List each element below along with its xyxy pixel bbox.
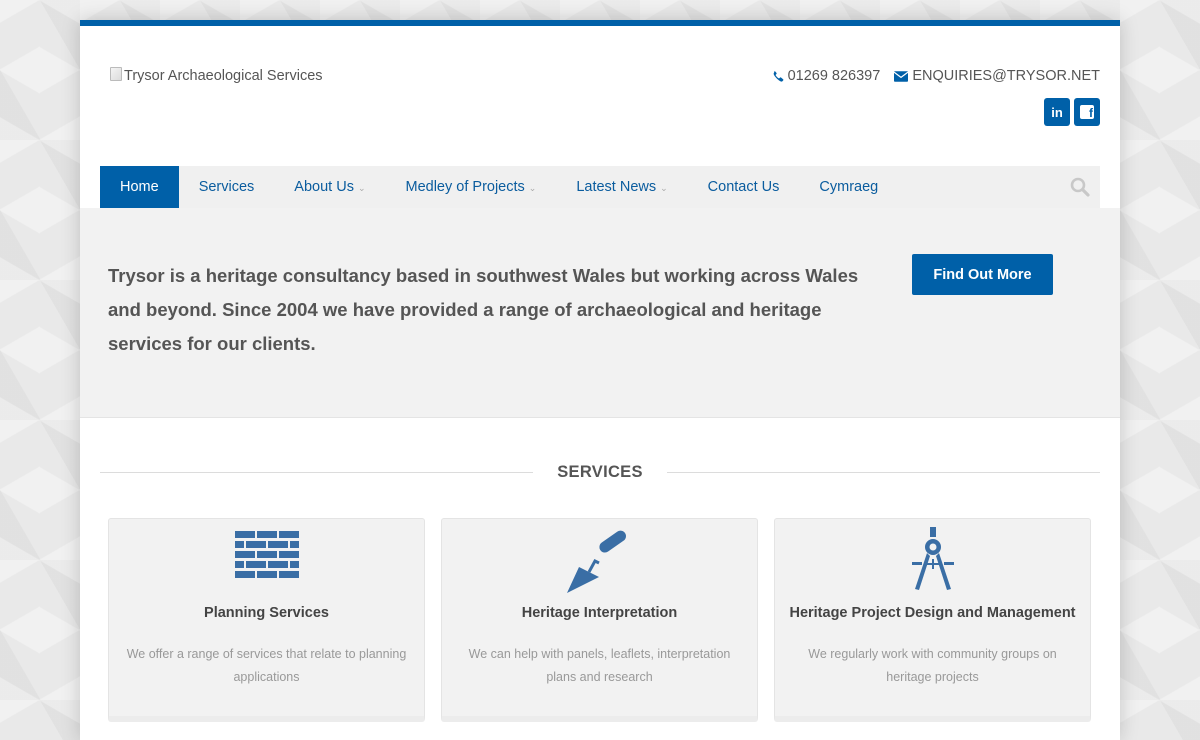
social-links: in f [1044, 98, 1100, 126]
card-title: Heritage Project Design and Management [789, 605, 1076, 621]
nav-item-label: Services [198, 179, 255, 195]
facebook-icon: f [1080, 105, 1094, 119]
services-heading: SERVICES [100, 462, 1101, 482]
service-card-planning[interactable]: Planning Services We offer a range of se… [108, 518, 425, 722]
page-container: Trysor Archaeological Services 01269 826… [80, 20, 1120, 740]
card-title: Planning Services [204, 605, 329, 621]
service-card-interpretation[interactable]: Heritage Interpretation We can help with… [441, 518, 758, 722]
divider [666, 471, 1101, 473]
trowel-icon [565, 527, 635, 602]
linkedin-button[interactable]: in [1044, 98, 1070, 126]
chevron-down-icon: ⌄ [357, 182, 366, 193]
envelope-icon [894, 70, 909, 82]
nav-item-contact-us[interactable]: Contact Us [688, 166, 800, 208]
compass-icon [910, 527, 956, 600]
divider [100, 471, 534, 473]
nav-item-label: Medley of Projects [405, 179, 525, 195]
chevron-down-icon: ⌄ [660, 182, 668, 193]
nav-item-cymraeg[interactable]: Cymraeg [799, 166, 898, 208]
card-description: We can help with panels, leaflets, inter… [468, 647, 731, 684]
find-out-more-button[interactable]: Find Out More [912, 254, 1053, 295]
nav-item-label: Contact Us [707, 179, 780, 195]
card-title: Heritage Interpretation [521, 605, 678, 621]
card-description: We offer a range of services that relate… [126, 647, 407, 684]
broken-image-icon [110, 67, 122, 81]
linkedin-icon: in [1051, 104, 1063, 120]
nav-item-label: Home [120, 179, 159, 195]
nav-item-label: About Us [294, 179, 354, 195]
card-description: We regularly work with community groups … [808, 647, 1057, 684]
facebook-glyph: f [1089, 106, 1093, 120]
facebook-button[interactable]: f [1074, 98, 1100, 126]
phone-icon [773, 70, 783, 82]
brick-wall-icon [234, 527, 300, 588]
hero-text: Trysor is a heritage consultancy based i… [108, 265, 859, 354]
main-navigation: Home Services About Us ⌄ Medley of Proje… [100, 166, 1100, 208]
nav-item-about-us[interactable]: About Us ⌄ [274, 166, 385, 208]
nav-item-latest-news[interactable]: Latest News ⌄ [556, 166, 687, 208]
header-contacts: 01269 826397 ENQUIRIES@TRYSOR.NET [772, 68, 1100, 84]
section-title: SERVICES [557, 462, 643, 481]
phone-contact[interactable]: 01269 826397 [772, 68, 881, 84]
nav-item-label: Cymraeg [819, 179, 879, 195]
nav-item-label: Latest News [576, 179, 657, 195]
nav-item-services[interactable]: Services [179, 166, 275, 208]
hero-section: Trysor is a heritage consultancy based i… [80, 208, 1120, 418]
nav-item-medley-of-projects[interactable]: Medley of Projects ⌄ [386, 166, 557, 208]
email-address: ENQUIRIES@TRYSOR.NET [912, 68, 1100, 84]
search-icon[interactable] [1070, 177, 1090, 202]
logo-alt-text: Trysor Archaeological Services [124, 68, 323, 84]
site-logo[interactable]: Trysor Archaeological Services [110, 67, 323, 84]
nav-item-home[interactable]: Home [100, 166, 179, 208]
service-card-project-design[interactable]: Heritage Project Design and Management W… [774, 518, 1091, 722]
chevron-down-icon: ⌄ [528, 182, 537, 193]
phone-number: 01269 826397 [787, 68, 881, 84]
email-contact[interactable]: ENQUIRIES@TRYSOR.NET [894, 68, 1100, 84]
